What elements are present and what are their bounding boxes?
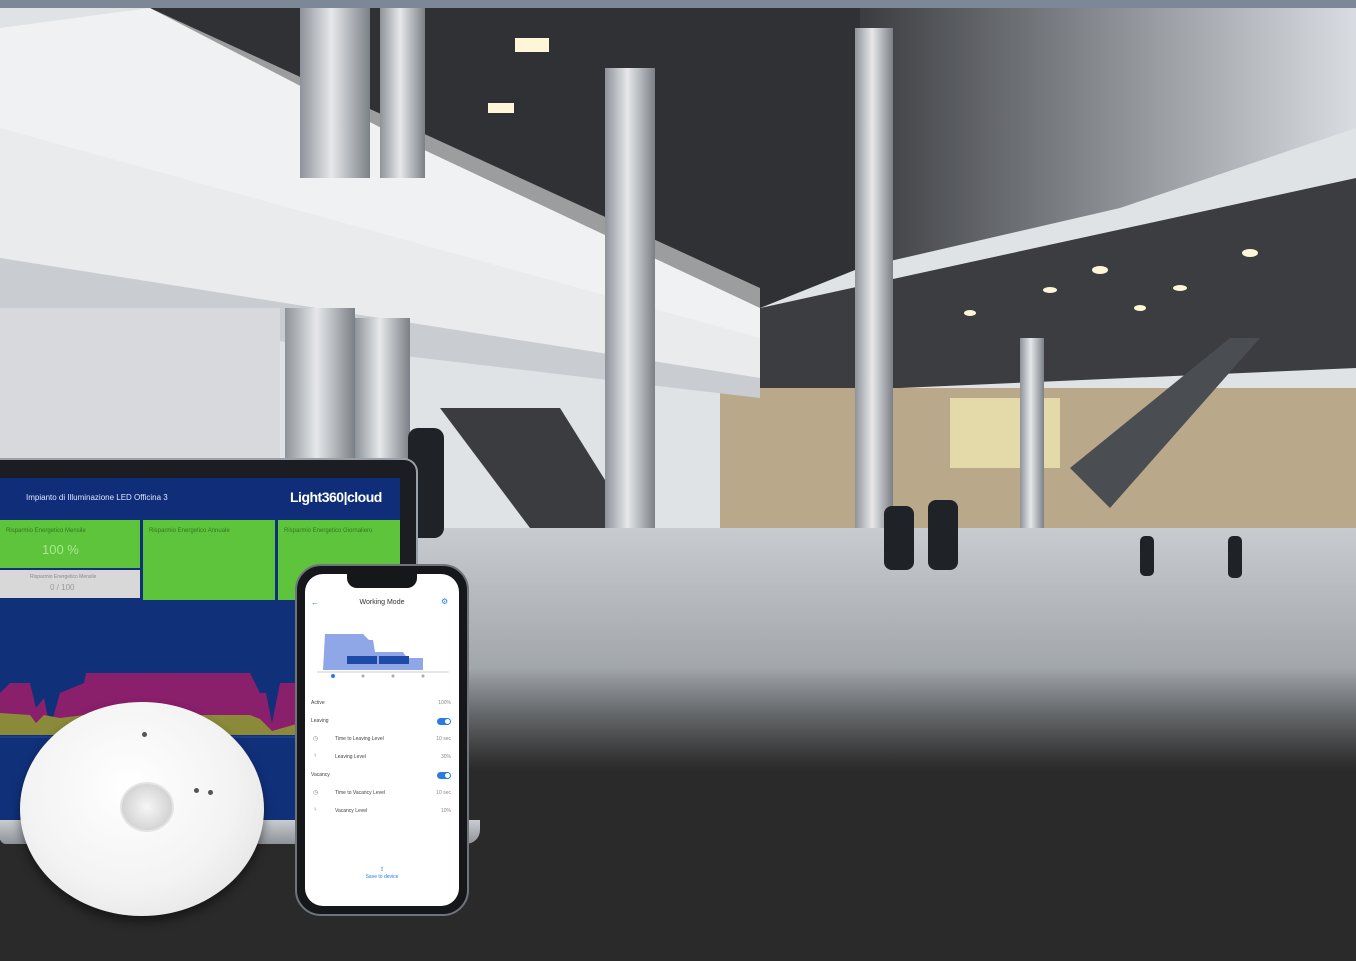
row-leaving-level[interactable]: ♀ Leaving Level 30% [305,752,459,766]
energy-tile-monthly[interactable]: Risparmio Energetico Mensile 100 % [0,520,140,568]
row-value: 10% [440,808,451,814]
row-label: Time to Leaving Level [335,736,384,742]
row-label: Active [311,700,325,706]
row-label: Leaving Level [335,754,366,760]
occupancy-sensor [20,702,264,916]
clock-icon: ◷ [313,736,319,742]
sensor-pin [194,788,199,793]
dashboard-title: Impianto di Illuminazione LED Officina 3 [26,493,168,502]
tile-title: Risparmio Energetico Mensile [6,528,86,534]
tile-title: Risparmio Energetico Giornaliero [284,528,373,534]
screen-title: Working Mode [359,599,405,606]
energy-tile-annual[interactable]: Risparmio Energetico Annuale [143,520,275,600]
top-strip [0,0,1356,8]
phone-screen: ← Working Mode ⚙ Active 100% Leaving ◷ T… [305,574,459,906]
tile-title: Risparmio Energetico Annuale [149,528,230,534]
save-to-device-button[interactable]: Save to device [305,874,459,880]
sensor-led [142,732,147,737]
row-label: Time to Vacancy Level [335,790,386,796]
tile-value: 100 % [42,542,79,557]
vacancy-toggle[interactable] [437,772,451,779]
smartphone: ← Working Mode ⚙ Active 100% Leaving ◷ T… [295,564,469,916]
save-icon: ⇪ [379,867,385,873]
row-vacancy[interactable]: Vacancy [305,770,459,784]
row-active[interactable]: Active 100% [305,698,459,712]
settings-icon[interactable]: ⚙ [441,597,448,606]
row-vacancy-level[interactable]: ♀ Vacancy Level 10% [305,806,459,820]
tile-value: 0 / 100 [50,583,75,592]
row-leaving[interactable]: Leaving [305,716,459,730]
energy-tile-secondary[interactable]: Risparmio Energetico Mensile 0 / 100 [0,570,140,598]
row-label: Leaving [311,718,329,724]
sensor-lens [120,782,174,832]
working-mode-chart [317,634,449,678]
leaving-toggle[interactable] [437,718,451,725]
row-time-to-vacancy[interactable]: ◷ Time to Vacancy Level 10 sec [305,788,459,802]
row-value: 10 sec [436,736,451,742]
bulb-icon: ♀ [313,753,318,759]
clock-icon: ◷ [313,790,319,796]
dashboard-header: Impianto di Illuminazione LED Officina 3… [0,478,400,518]
phone-notch [347,574,417,588]
sensor-pin [208,790,213,795]
row-label: Vacancy [311,772,330,778]
row-value: 30% [440,754,451,760]
row-label: Vacancy Level [335,808,368,814]
row-value: 100% [438,700,451,706]
row-time-to-leaving[interactable]: ◷ Time to Leaving Level 10 sec [305,734,459,748]
bulb-icon: ♀ [313,807,318,813]
brand-logo: Light360|cloud [290,489,382,505]
tile-title: Risparmio Energetico Mensile [30,574,97,580]
row-value: 10 sec [436,790,451,796]
